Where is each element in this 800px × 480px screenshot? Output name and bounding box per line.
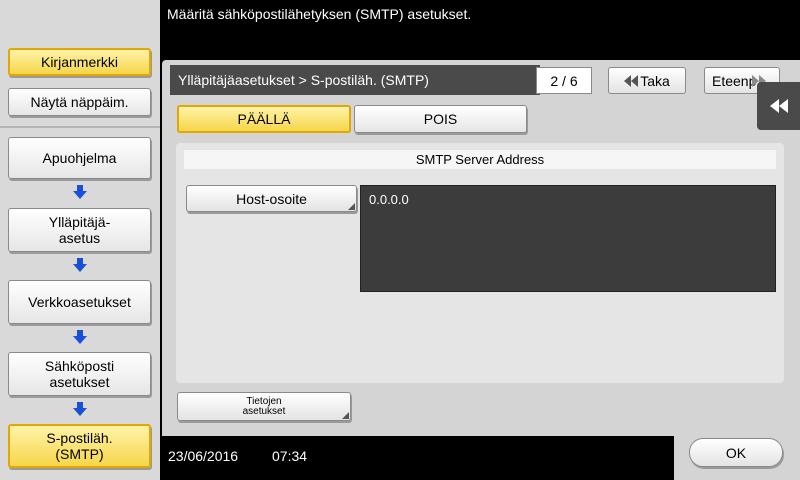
toggle-off-button[interactable]: POIS bbox=[354, 105, 527, 133]
corner-mark-icon bbox=[342, 412, 349, 419]
double-chevron-left-icon bbox=[624, 74, 639, 87]
sidebar: Kirjanmerkki Näytä näppäim. Apuohjelma Y… bbox=[0, 0, 160, 480]
host-address-button[interactable]: Host-osoite bbox=[186, 185, 357, 212]
collapse-panel-button[interactable] bbox=[757, 82, 800, 130]
status-time: 07:34 bbox=[272, 448, 308, 464]
arrow-down-icon bbox=[73, 258, 87, 272]
double-chevron-left-icon bbox=[769, 99, 788, 113]
sidebar-step-utility[interactable]: Apuohjelma bbox=[8, 137, 151, 179]
arrow-down-icon bbox=[73, 402, 87, 416]
arrow-down-icon bbox=[73, 330, 87, 344]
sidebar-step-network-settings[interactable]: Verkkoasetukset bbox=[8, 280, 151, 324]
instruction-text: Määritä sähköpostilähetyksen (SMTP) aset… bbox=[167, 6, 472, 22]
back-button[interactable]: Taka bbox=[608, 67, 686, 94]
details-settings-label: Tietojen asetukset bbox=[242, 395, 286, 417]
back-label: Taka bbox=[640, 72, 670, 89]
section-title: SMTP Server Address bbox=[184, 150, 776, 169]
arrow-down-icon bbox=[73, 185, 87, 199]
forward-label: Eteenp bbox=[712, 72, 757, 89]
sidebar-divider bbox=[0, 126, 160, 128]
breadcrumb: Ylläpitäjäasetukset > S-postiläh. (SMTP) bbox=[170, 65, 540, 95]
corner-mark-icon bbox=[348, 203, 355, 210]
status-bar bbox=[162, 436, 674, 480]
show-keypad-button[interactable]: Näytä näppäim. bbox=[8, 88, 151, 116]
breadcrumb-text: Ylläpitäjäasetukset > S-postiläh. (SMTP) bbox=[178, 72, 429, 88]
status-date: 23/06/2016 bbox=[168, 448, 239, 464]
sidebar-step-smtp[interactable]: S-postiläh. (SMTP) bbox=[8, 424, 151, 468]
details-settings-button[interactable]: Tietojen asetukset bbox=[177, 392, 351, 421]
page-indicator: 2 / 6 bbox=[536, 67, 592, 94]
host-address-label: Host-osoite bbox=[236, 190, 307, 207]
sidebar-step-email-settings[interactable]: Sähköposti asetukset bbox=[8, 352, 151, 396]
bookmark-button[interactable]: Kirjanmerkki bbox=[8, 48, 151, 76]
host-address-value: 0.0.0.0 bbox=[360, 185, 776, 292]
ok-button[interactable]: OK bbox=[689, 438, 783, 467]
sidebar-step-admin-settings[interactable]: Ylläpitäjä- asetus bbox=[8, 208, 151, 252]
toggle-on-button[interactable]: PÄÄLLÄ bbox=[177, 105, 351, 133]
